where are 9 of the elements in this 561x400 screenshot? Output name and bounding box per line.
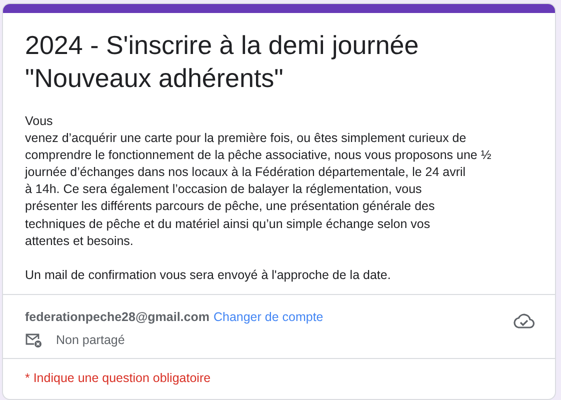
account-email: federationpeche28@gmail.com bbox=[25, 310, 210, 324]
switch-account-link[interactable]: Changer de compte bbox=[213, 310, 324, 324]
cloud-check-icon bbox=[513, 312, 535, 329]
sharing-status: Non partagé bbox=[56, 333, 125, 348]
form-title: 2024 - S'inscrire à la demi journée "Nouveaux adhérents" bbox=[25, 29, 420, 95]
required-note: * Indique une question obligatoire bbox=[3, 358, 555, 399]
form-description: Vous venez d’acquérir une carte pour la première fois, ou êtes simplement curieux de comprendre le fonctionnement de la pêche associative, nous vous proposons une ½ journée d’échanges dans nos locaux à la Fédération départementale, le 24 avril à 14h. Ce sera également l’occasion de balayer la réglementation, vous présenter les différents parcours de pêche, une présentation générale des techniques de pêche et du matériel ainsi qu’un simple échange selon vos attentes et besoins. bbox=[25, 113, 492, 250]
form-description: Un mail de confirmation vous sera envoyé à l'approche de la date. bbox=[25, 266, 392, 284]
mail-blocked-icon bbox=[25, 332, 42, 348]
